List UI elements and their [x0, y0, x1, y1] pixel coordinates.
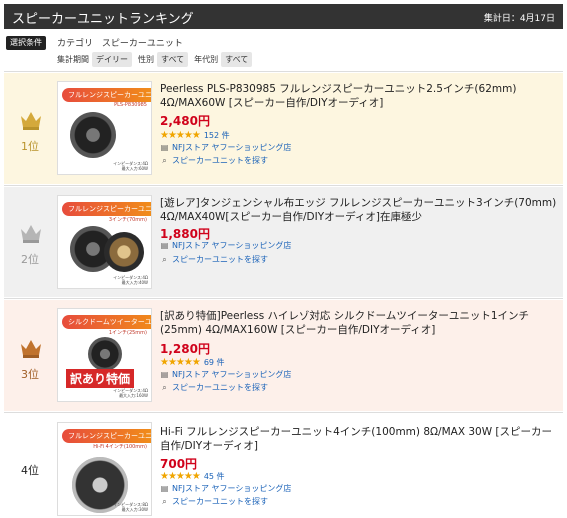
image-tag: フルレンジスピーカーユニット — [62, 429, 151, 443]
store-link[interactable]: ▤ NFJストア ヤフーショッピング店 — [160, 142, 292, 153]
search-icon: ⌕ — [162, 156, 167, 165]
store-icon: ▤ — [160, 370, 169, 379]
search-icon: ⌕ — [162, 383, 167, 392]
product-rating: ★★★★★ 69 件 — [160, 356, 225, 368]
gender-filter-chip[interactable]: すべて — [157, 52, 189, 67]
store-link[interactable]: ▤ NFJストア ヤフーショッピング店 — [160, 240, 292, 251]
find-more-link[interactable]: ⌕ スピーカーユニットを探す — [160, 496, 268, 507]
image-tag: シルクドームツイーターユニット — [62, 315, 151, 329]
store-icon: ▤ — [160, 241, 169, 250]
product-image[interactable]: フルレンジスピーカーユニット 3インチ(70mm) インピーダンス:4Ω最大入力… — [57, 195, 152, 289]
speaker-back-icon — [104, 232, 144, 272]
search-icon: ⌕ — [162, 497, 167, 506]
ranking-item: 4位 フルレンジスピーカーユニット Hi-Fi 4インチ(100mm) インピー… — [4, 414, 563, 517]
product-image[interactable]: フルレンジスピーカーユニット PLS-P830985 インピーダンス:4Ω最大入… — [57, 81, 152, 175]
image-specs: インピーダンス:4Ω 最大入力:60W — [113, 161, 148, 171]
category-filter: カテゴリ スピーカーユニット — [57, 36, 183, 49]
review-count-link[interactable]: 152 件 — [204, 130, 230, 141]
filter-bar: 集計期間 デイリー 性別 すべて 年代別 すべて — [57, 52, 258, 67]
ranking-item: 3位 シルクドームツイーターユニット 1インチ(25mm) 訳あり特価 インピー… — [4, 300, 563, 411]
divider — [4, 71, 563, 72]
product-rating: ★★★★★ 45 件 — [160, 470, 225, 482]
rank-number: 4位 — [21, 464, 39, 477]
gender-label: 性別 — [138, 55, 154, 64]
divider — [4, 412, 563, 413]
bargain-overlay: 訳あり特価 — [66, 369, 135, 388]
find-more-link[interactable]: ⌕ スピーカーユニットを探す — [160, 382, 268, 393]
image-model: 3インチ(70mm) — [108, 217, 147, 223]
rank-number: 1位 — [21, 140, 39, 153]
divider — [4, 185, 563, 186]
page-title: スピーカーユニットランキング — [12, 12, 194, 27]
image-specs: インピーダンス:4Ω 最大入力:160W — [113, 388, 148, 398]
selected-conditions-label: 選択条件 — [6, 36, 46, 50]
review-count-link[interactable]: 69 件 — [204, 357, 225, 368]
product-image[interactable]: フルレンジスピーカーユニット Hi-Fi 4インチ(100mm) インピーダンス… — [57, 422, 152, 516]
rating-stars-icon: ★★★★★ — [160, 356, 201, 368]
image-model: Hi-Fi 4インチ(100mm) — [93, 444, 147, 450]
rank-number: 2位 — [21, 253, 39, 266]
search-icon: ⌕ — [162, 255, 167, 264]
bronze-crown-icon — [21, 340, 41, 358]
review-count-link[interactable]: 45 件 — [204, 471, 225, 482]
product-name-link[interactable]: Peerless PLS-P830985 フルレンジスピーカーユニット2.5イン… — [160, 82, 558, 110]
product-rating: ★★★★★ 152 件 — [160, 129, 230, 141]
tweeter-icon — [88, 337, 122, 371]
find-more-link[interactable]: ⌕ スピーカーユニットを探す — [160, 254, 268, 265]
age-filter-chip[interactable]: すべて — [221, 52, 253, 67]
store-link[interactable]: ▤ NFJストア ヤフーショッピング店 — [160, 369, 292, 380]
product-price: 2,480円 — [160, 114, 210, 128]
rank-number: 3位 — [21, 368, 39, 381]
store-icon: ▤ — [160, 143, 169, 152]
image-tag: フルレンジスピーカーユニット — [62, 88, 151, 102]
aggregation-date: 集計日：4月17日 — [483, 14, 555, 24]
gold-crown-icon — [21, 112, 41, 130]
store-link[interactable]: ▤ NFJストア ヤフーショッピング店 — [160, 483, 292, 494]
ranking-item: 1位 フルレンジスピーカーユニット PLS-P830985 インピーダンス:4Ω… — [4, 73, 563, 184]
period-label: 集計期間 — [57, 55, 89, 64]
rating-stars-icon: ★★★★★ — [160, 470, 201, 482]
product-name-link[interactable]: [訳あり特価]Peerless ハイレゾ対応 シルクドームツイーターユニット1イ… — [160, 309, 558, 337]
age-label: 年代別 — [194, 55, 219, 64]
image-specs: インピーダンス:8Ω 最大入力:30W — [113, 502, 148, 512]
find-more-link[interactable]: ⌕ スピーカーユニットを探す — [160, 155, 268, 166]
product-image[interactable]: シルクドームツイーターユニット 1インチ(25mm) 訳あり特価 インピーダンス… — [57, 308, 152, 402]
period-filter-chip[interactable]: デイリー — [92, 52, 132, 67]
image-tag: フルレンジスピーカーユニット — [62, 202, 151, 216]
product-name-link[interactable]: Hi-Fi フルレンジスピーカーユニット4インチ(100mm) 8Ω/MAX 3… — [160, 425, 558, 453]
silver-crown-icon — [21, 225, 41, 243]
rating-stars-icon: ★★★★★ — [160, 129, 201, 141]
divider — [4, 298, 563, 299]
category-value[interactable]: スピーカーユニット — [102, 39, 183, 49]
ranking-item: 2位 フルレンジスピーカーユニット 3インチ(70mm) インピーダンス:4Ω最… — [4, 187, 563, 297]
image-model: PLS-P830985 — [114, 102, 147, 108]
ranking-header: スピーカーユニットランキング 集計日：4月17日 — [4, 4, 563, 29]
store-icon: ▤ — [160, 484, 169, 493]
image-model: 1インチ(25mm) — [108, 330, 147, 336]
category-label: カテゴリ — [57, 39, 94, 49]
product-price: 1,280円 — [160, 342, 210, 356]
speaker-icon — [70, 112, 116, 158]
product-name-link[interactable]: [遊レア]タンジェンシャル布エッジ フルレンジスピーカーユニット3インチ(70m… — [160, 196, 558, 224]
image-specs: インピーダンス:4Ω 最大入力:40W — [113, 275, 148, 285]
